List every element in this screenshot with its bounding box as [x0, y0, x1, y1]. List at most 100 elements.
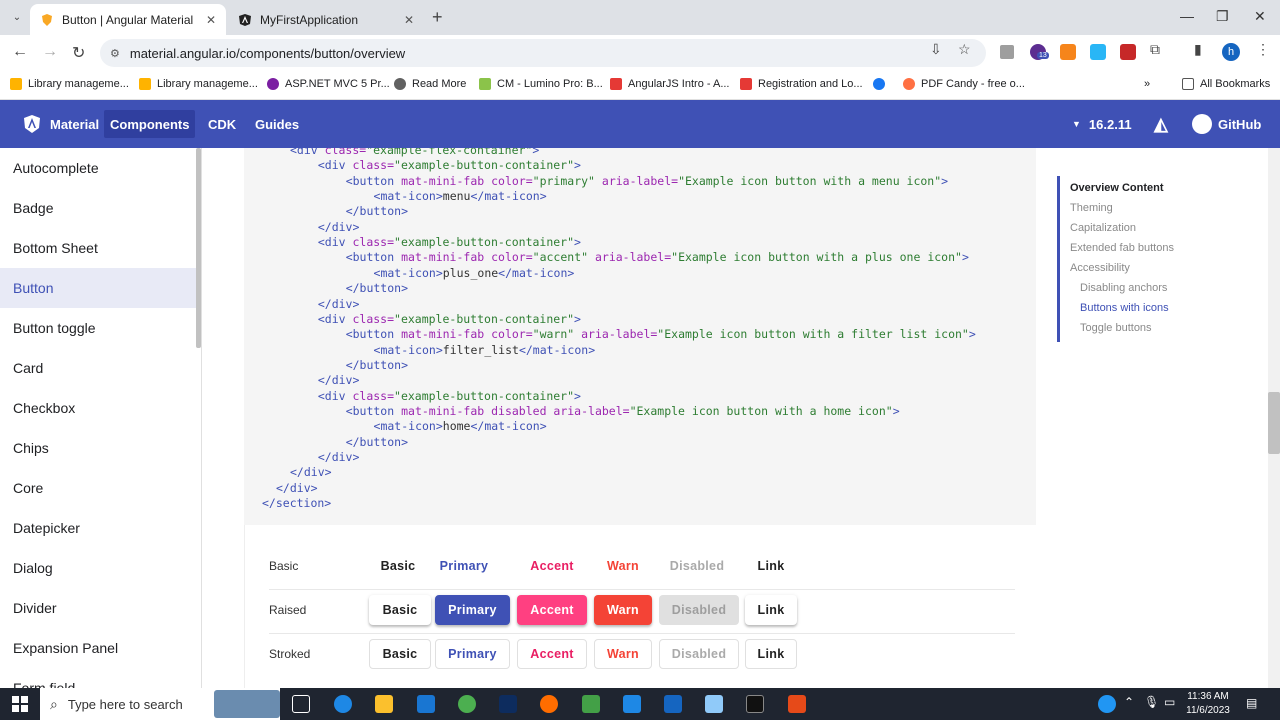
theme-picker-icon[interactable]: ◭	[1148, 110, 1174, 138]
sidenav-item-button[interactable]: Button	[0, 268, 201, 308]
minimize-icon[interactable]: —	[1180, 8, 1194, 24]
sidenav-item-chips[interactable]: Chips	[0, 428, 201, 468]
sidenav-item-core[interactable]: Core	[0, 468, 201, 508]
network-icon[interactable]: ▭	[1164, 695, 1175, 709]
sidenav-item-checkbox[interactable]: Checkbox	[0, 388, 201, 428]
close-tab-icon[interactable]: ✕	[404, 13, 414, 27]
sidenav-item-card[interactable]: Card	[0, 348, 201, 388]
material-home-link[interactable]: Material	[16, 110, 105, 138]
demo-basic-basic-button[interactable]: Basic	[369, 551, 427, 581]
puzzle-extensions-icon[interactable]: ⧉	[1150, 41, 1160, 58]
toc-item[interactable]: Accessibility	[1070, 262, 1130, 274]
microphone-icon[interactable]: 🎙	[1144, 695, 1159, 709]
install-app-icon[interactable]: ⇩	[930, 41, 942, 58]
sidenav-item-badge[interactable]: Badge	[0, 188, 201, 228]
demo-raised-warn-button[interactable]: Warn	[594, 595, 652, 625]
tray-chevron-icon[interactable]: ⌃	[1124, 695, 1134, 709]
demo-stroked-basic-button[interactable]: Basic	[369, 639, 431, 669]
demo-stroked-warn-button[interactable]: Warn	[594, 639, 652, 669]
demo-basic-warn-button[interactable]: Warn	[594, 551, 652, 581]
back-arrow-icon[interactable]: ←	[12, 43, 28, 61]
new-tab-plus-icon[interactable]: +	[432, 7, 443, 28]
clock[interactable]: 11:36 AM 11/6/2023	[1186, 690, 1230, 718]
nav-cdk[interactable]: CDK	[202, 110, 242, 138]
photoshop-icon[interactable]	[499, 695, 517, 713]
side-panel-icon[interactable]: ▮	[1194, 41, 1202, 58]
sidenav-item-divider[interactable]: Divider	[0, 588, 201, 628]
toc-item[interactable]: Disabling anchors	[1080, 282, 1167, 294]
notepad-icon[interactable]	[705, 695, 723, 713]
windows-start-icon[interactable]	[12, 696, 28, 712]
sidenav-item-expansion-panel[interactable]: Expansion Panel	[0, 628, 201, 668]
tab-angular-material[interactable]: Button | Angular Material ✕	[30, 4, 226, 35]
demo-stroked-primary-button[interactable]: Primary	[435, 639, 510, 669]
extension-chart-icon[interactable]	[1120, 44, 1136, 60]
sidenav-scrollbar[interactable]	[196, 148, 201, 348]
toc-item[interactable]: Extended fab buttons	[1070, 242, 1174, 254]
file-explorer-icon[interactable]	[375, 695, 393, 713]
demo-basic-accent-button[interactable]: Accent	[517, 551, 587, 581]
maximize-icon[interactable]: ❐	[1216, 8, 1229, 25]
demo-raised-link-button[interactable]: Link	[745, 595, 797, 625]
sidenav-item-button-toggle[interactable]: Button toggle	[0, 308, 201, 348]
tab-myfirstapplication[interactable]: MyFirstApplication ✕	[228, 4, 424, 35]
bookmark-star-icon[interactable]: ☆	[958, 41, 971, 58]
demo-stroked-accent-button[interactable]: Accent	[517, 639, 587, 669]
bookmark-item[interactable]: Library manageme...	[10, 78, 129, 90]
reload-icon[interactable]: ↻	[72, 43, 85, 63]
task-view-icon[interactable]	[292, 695, 310, 713]
sidenav-item-form-field[interactable]: Form field	[0, 668, 201, 688]
mail-icon[interactable]	[417, 695, 435, 713]
notifications-icon[interactable]: ▤	[1246, 696, 1257, 710]
demo-raised-basic-button[interactable]: Basic	[369, 595, 431, 625]
toc-item[interactable]: Overview Content	[1070, 182, 1164, 194]
demo-raised-primary-button[interactable]: Primary	[435, 595, 510, 625]
toc-item[interactable]: Buttons with icons	[1080, 302, 1169, 314]
version-selector[interactable]: ▼ 16.2.11	[1066, 110, 1138, 138]
recorder-icon[interactable]	[788, 695, 806, 713]
camtasia-icon[interactable]	[582, 695, 600, 713]
demo-raised-accent-button[interactable]: Accent	[517, 595, 587, 625]
forward-arrow-icon[interactable]: →	[42, 43, 58, 61]
more-bookmarks-icon[interactable]: »	[1144, 78, 1150, 90]
bookmark-item[interactable]	[873, 78, 891, 90]
github-link[interactable]: GitHub	[1186, 110, 1267, 138]
bookmark-item[interactable]: Read More	[394, 78, 466, 90]
sidenav-item-bottom-sheet[interactable]: Bottom Sheet	[0, 228, 201, 268]
help-icon[interactable]	[1098, 695, 1116, 713]
toc-item[interactable]: Theming	[1070, 202, 1113, 214]
word-icon[interactable]	[664, 695, 682, 713]
sidenav-item-datepicker[interactable]: Datepicker	[0, 508, 201, 548]
page-scrollbar-thumb[interactable]	[1268, 392, 1280, 454]
profile-avatar[interactable]: h	[1222, 43, 1240, 61]
extension-icon[interactable]	[1000, 45, 1014, 59]
address-bar[interactable]: ⚙	[100, 39, 986, 67]
bookmark-item[interactable]: Registration and Lo...	[740, 78, 863, 90]
tab-search-chevron-icon[interactable]: ⌄	[6, 6, 28, 28]
toc-item[interactable]: Capitalization	[1070, 222, 1136, 234]
sidenav-item-dialog[interactable]: Dialog	[0, 548, 201, 588]
extension-badge-icon[interactable]: 13	[1030, 44, 1049, 60]
bookmark-item[interactable]: ASP.NET MVC 5 Pr...	[267, 78, 390, 90]
site-info-icon[interactable]: ⚙	[110, 47, 120, 60]
terminal-icon[interactable]	[746, 695, 764, 713]
firefox-icon[interactable]	[540, 695, 558, 713]
nav-components[interactable]: Components	[104, 110, 196, 138]
vscode-icon[interactable]	[623, 695, 641, 713]
demo-stroked-link-button[interactable]: Link	[745, 639, 797, 669]
nav-guides[interactable]: Guides	[249, 110, 305, 138]
sidenav-item-autocomplete[interactable]: Autocomplete	[0, 148, 201, 188]
metamask-icon[interactable]	[1060, 44, 1076, 60]
kebab-menu-icon[interactable]: ⋮	[1256, 41, 1270, 58]
extension-s-icon[interactable]	[1090, 44, 1106, 60]
all-bookmarks[interactable]: All Bookmarks	[1182, 78, 1270, 90]
edge-icon[interactable]	[334, 695, 352, 713]
demo-basic-link-button[interactable]: Link	[745, 551, 797, 581]
demo-basic-primary-button[interactable]: Primary	[427, 551, 501, 581]
toc-item[interactable]: Toggle buttons	[1080, 322, 1152, 334]
bookmark-item[interactable]: AngularJS Intro - A...	[610, 78, 730, 90]
bookmark-item[interactable]: Library manageme...	[139, 78, 258, 90]
close-window-icon[interactable]: ✕	[1254, 8, 1266, 25]
url-input[interactable]	[129, 45, 830, 61]
close-tab-icon[interactable]: ✕	[206, 13, 216, 27]
